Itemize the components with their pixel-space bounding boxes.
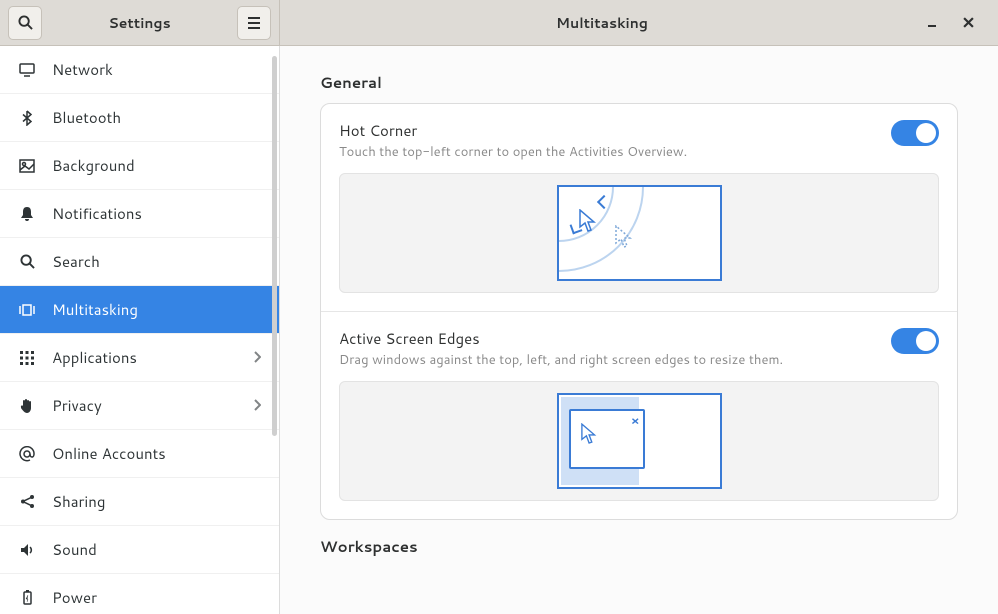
hot-corner-desc: Touch the top-left corner to open the Ac… bbox=[339, 143, 875, 161]
sidebar-item-label: Bluetooth bbox=[52, 107, 121, 128]
grid-icon bbox=[18, 351, 36, 365]
chevron-right-icon bbox=[253, 395, 261, 416]
sidebar-item-power[interactable]: Power bbox=[0, 574, 279, 614]
hand-icon bbox=[18, 398, 36, 414]
search-icon bbox=[18, 254, 36, 269]
sidebar-item-bluetooth[interactable]: Bluetooth bbox=[0, 94, 279, 142]
at-icon bbox=[18, 446, 36, 462]
sidebar-item-network[interactable]: Network bbox=[0, 46, 279, 94]
bell-icon bbox=[18, 206, 36, 222]
sidebar-item-label: Background bbox=[52, 155, 135, 176]
close-icon bbox=[963, 17, 974, 28]
sidebar-item-label: Privacy bbox=[52, 395, 102, 416]
sidebar-item-privacy[interactable]: Privacy bbox=[0, 382, 279, 430]
illustration-screen: × bbox=[557, 393, 722, 489]
hot-corner-switch[interactable] bbox=[891, 120, 939, 146]
menu-button[interactable] bbox=[237, 6, 271, 40]
chevron-right-icon bbox=[253, 347, 261, 368]
sidebar-item-label: Notifications bbox=[52, 203, 142, 224]
dragged-window: × bbox=[569, 409, 645, 469]
titlebar: Settings Multitasking bbox=[0, 0, 998, 46]
battery-icon bbox=[18, 590, 36, 605]
window-close-icon: × bbox=[631, 412, 640, 429]
scrollbar-thumb[interactable] bbox=[272, 56, 277, 436]
sidebar-item-label: Applications bbox=[52, 347, 137, 368]
sidebar-item-label: Online Accounts bbox=[52, 443, 166, 464]
cursor-outline-icon bbox=[615, 225, 635, 249]
section-title-general: General bbox=[320, 72, 958, 93]
active-edges-illustration: × bbox=[339, 381, 939, 501]
cursor-icon bbox=[581, 423, 599, 445]
close-button[interactable] bbox=[958, 13, 978, 33]
sidebar-item-sharing[interactable]: Sharing bbox=[0, 478, 279, 526]
share-icon bbox=[18, 494, 36, 509]
titlebar-left: Settings bbox=[0, 0, 280, 45]
sidebar-item-notifications[interactable]: Notifications bbox=[0, 190, 279, 238]
active-edges-row: Active Screen Edges Drag windows against… bbox=[321, 312, 957, 519]
sidebar-item-multitasking[interactable]: Multitasking bbox=[0, 286, 279, 334]
sidebar-title: Settings bbox=[50, 13, 229, 33]
sidebar-item-background[interactable]: Background bbox=[0, 142, 279, 190]
hot-corner-row: Hot Corner Touch the top-left corner to … bbox=[321, 104, 957, 312]
sidebar-item-online-accounts[interactable]: Online Accounts bbox=[0, 430, 279, 478]
search-icon bbox=[18, 15, 33, 30]
speaker-icon bbox=[18, 543, 36, 557]
sidebar-item-label: Search bbox=[52, 251, 100, 272]
hot-corner-illustration bbox=[339, 173, 939, 293]
hamburger-icon bbox=[247, 17, 261, 29]
content-area[interactable]: General Hot Corner Touch the top-left co… bbox=[280, 46, 998, 614]
picture-icon bbox=[18, 159, 36, 173]
active-edges-switch[interactable] bbox=[891, 328, 939, 354]
workspaces-icon bbox=[18, 303, 36, 317]
screen-icon bbox=[18, 63, 36, 77]
general-group: Hot Corner Touch the top-left corner to … bbox=[320, 103, 958, 520]
sidebar[interactable]: Network Bluetooth Background Notificatio… bbox=[0, 46, 280, 614]
sidebar-item-applications[interactable]: Applications bbox=[0, 334, 279, 382]
section-title-workspaces: Workspaces bbox=[320, 536, 958, 557]
sidebar-item-label: Power bbox=[52, 587, 97, 608]
titlebar-right: Multitasking bbox=[280, 0, 998, 45]
minimize-icon bbox=[927, 18, 937, 28]
hot-corner-title: Hot Corner bbox=[339, 120, 875, 141]
cursor-icon bbox=[579, 209, 599, 233]
search-button[interactable] bbox=[8, 6, 42, 40]
sidebar-item-sound[interactable]: Sound bbox=[0, 526, 279, 574]
page-title: Multitasking bbox=[290, 13, 914, 33]
sidebar-item-label: Sharing bbox=[52, 491, 105, 512]
minimize-button[interactable] bbox=[922, 13, 942, 33]
bluetooth-icon bbox=[18, 110, 36, 126]
window-controls bbox=[922, 13, 988, 33]
sidebar-item-search[interactable]: Search bbox=[0, 238, 279, 286]
active-edges-title: Active Screen Edges bbox=[339, 328, 875, 349]
sidebar-item-label: Network bbox=[52, 59, 113, 80]
sidebar-item-label: Multitasking bbox=[52, 299, 138, 320]
illustration-screen bbox=[557, 185, 722, 281]
sidebar-item-label: Sound bbox=[52, 539, 97, 560]
active-edges-desc: Drag windows against the top, left, and … bbox=[339, 351, 875, 369]
